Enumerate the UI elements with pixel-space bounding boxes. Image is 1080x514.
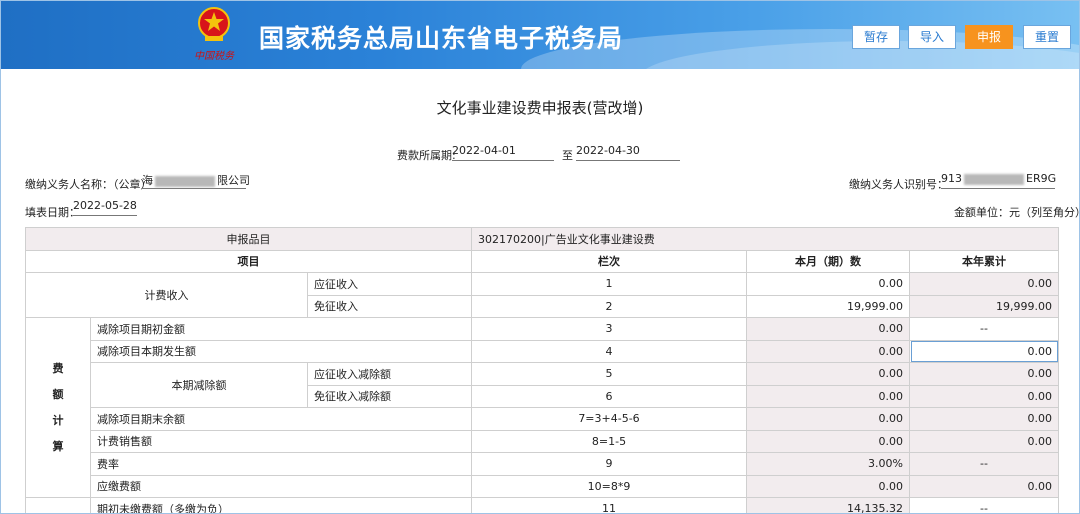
row-label: 计费销售额: [90, 429, 472, 453]
save-draft-button[interactable]: 暂存: [852, 25, 901, 49]
row-column: 4: [471, 339, 747, 363]
table-row: 计费销售额 8=1-5 0.00 0.00: [26, 429, 1059, 453]
table-row: 本期减除额 应征收入减除额 5 0.00 0.00: [26, 362, 1059, 408]
payer-id-label: 缴纳义务人识别号：: [849, 178, 948, 191]
row-column: 7=3+4-5-6: [471, 407, 747, 431]
emblem-caption: 中国税务: [194, 51, 234, 62]
table-row: 减除项目本期发生额 4 0.00 0.00: [26, 339, 1059, 363]
payer-id-field[interactable]: 913 ER9G: [941, 172, 1056, 189]
row-label: 期初未缴费额（多缴为负）: [90, 497, 472, 513]
period-to-label: 至: [562, 149, 573, 162]
fee-income-label: 计费收入: [25, 272, 308, 318]
ytd-value: 0.00: [909, 429, 1059, 453]
current-value-input[interactable]: 19,999.00: [746, 294, 910, 318]
row-column: 9: [471, 452, 747, 476]
ytd-value: --: [909, 317, 1059, 341]
ytd-value-input[interactable]: 0.00: [909, 339, 1059, 363]
redaction-mark: [155, 175, 215, 187]
header-item: 项目: [25, 249, 472, 273]
amount-unit-label: 金额单位：元（列至角分）: [954, 206, 1080, 219]
fee-calc-label: 费额计算: [25, 317, 91, 498]
table-row: 期初未缴费额（多缴为负） 11 14,135.32 --: [25, 497, 1059, 513]
current-value: 0.00: [746, 384, 910, 408]
section-cell: [25, 497, 91, 513]
current-value: 14,135.32: [746, 497, 910, 513]
period-start-field[interactable]: 2022-04-01: [452, 144, 554, 161]
ytd-value: 0.00: [909, 384, 1059, 408]
ytd-value: 0.00: [909, 362, 1059, 386]
table-row: 费率 9 3.00% --: [26, 452, 1059, 476]
row-label: 免征收入: [307, 294, 472, 318]
row-column: 3: [471, 317, 747, 341]
site-header: 中国税务 国家税务总局山东省电子税务局 暂存 导入 申报 重置: [1, 1, 1079, 69]
row-label: 应征收入: [307, 272, 472, 296]
declaration-table: 申报品目 302170200|广告业文化事业建设费 项目 栏次 本月（期）数 本…: [25, 227, 1059, 513]
row-column: 1: [471, 272, 747, 296]
national-emblem-icon: [198, 7, 230, 41]
row-label: 减除项目本期发生额: [90, 339, 472, 363]
table-row: 申报品目 302170200|广告业文化事业建设费: [25, 227, 1059, 251]
current-value: 0.00: [746, 407, 910, 431]
row-label: 免征收入减除额: [307, 384, 472, 408]
row-column: 11: [471, 497, 747, 513]
form-title: 文化事业建设费申报表(营改增): [436, 99, 644, 117]
payer-name-label: 缴纳义务人名称：（公章）: [25, 178, 152, 191]
app-window: 中国税务 国家税务总局山东省电子税务局 暂存 导入 申报 重置 文化事业建设费申…: [0, 0, 1080, 514]
current-value: 0.00: [746, 429, 910, 453]
table-row: 计费收入 应征收入 1 0.00 0.00: [25, 272, 1059, 318]
period-label: 费款所属期:: [397, 149, 456, 162]
redaction-mark: [964, 173, 1024, 185]
row-label: 应征收入减除额: [307, 362, 472, 386]
header-column: 栏次: [471, 249, 747, 273]
fill-date-field[interactable]: 2022-05-28: [73, 199, 137, 216]
current-value: 3.00%: [746, 452, 910, 476]
row-column: 6: [471, 384, 747, 408]
site-title: 国家税务总局山东省电子税务局: [259, 24, 624, 53]
period-end-field[interactable]: 2022-04-30: [576, 144, 680, 161]
row-column: 8=1-5: [471, 429, 747, 453]
payer-name-field[interactable]: 海限公司: [142, 172, 250, 189]
table-row: 减除项目期末余额 7=3+4-5-6 0.00 0.00: [26, 407, 1059, 431]
current-value: 0.00: [746, 339, 910, 363]
declare-button[interactable]: 申报: [965, 25, 1014, 49]
table-row: 应缴费额 10=8*9 0.00 0.00: [26, 474, 1059, 498]
table-row: 费额计算 减除项目期初金额 3 0.00 --: [25, 317, 1059, 498]
current-value: 0.00: [746, 474, 910, 498]
ytd-value: --: [909, 452, 1059, 476]
row-column: 2: [471, 294, 747, 318]
import-button[interactable]: 导入: [908, 25, 957, 49]
header-ytd: 本年累计: [909, 249, 1059, 273]
ytd-value: --: [909, 497, 1059, 513]
item-category-value[interactable]: 302170200|广告业文化事业建设费: [471, 227, 1059, 251]
row-label: 费率: [90, 452, 472, 476]
ytd-value: 0.00: [909, 407, 1059, 431]
reset-button[interactable]: 重置: [1023, 25, 1072, 49]
current-value-input[interactable]: 0.00: [746, 272, 910, 296]
row-label: 应缴费额: [90, 474, 472, 498]
ytd-value: 0.00: [909, 272, 1059, 296]
deduction-current-label: 本期减除额: [90, 362, 308, 408]
table-header-row: 项目 栏次 本月（期）数 本年累计: [25, 249, 1059, 273]
row-label: 减除项目期初金额: [90, 317, 472, 341]
row-column: 10=8*9: [471, 474, 747, 498]
row-column: 5: [471, 362, 747, 386]
row-label: 减除项目期末余额: [90, 407, 472, 431]
current-value: 0.00: [746, 362, 910, 386]
ytd-value: 19,999.00: [909, 294, 1059, 318]
fill-date-label: 填表日期：: [25, 206, 80, 219]
current-value: 0.00: [746, 317, 910, 341]
ytd-value: 0.00: [909, 474, 1059, 498]
header-current: 本月（期）数: [746, 249, 910, 273]
item-category-label: 申报品目: [25, 227, 472, 251]
